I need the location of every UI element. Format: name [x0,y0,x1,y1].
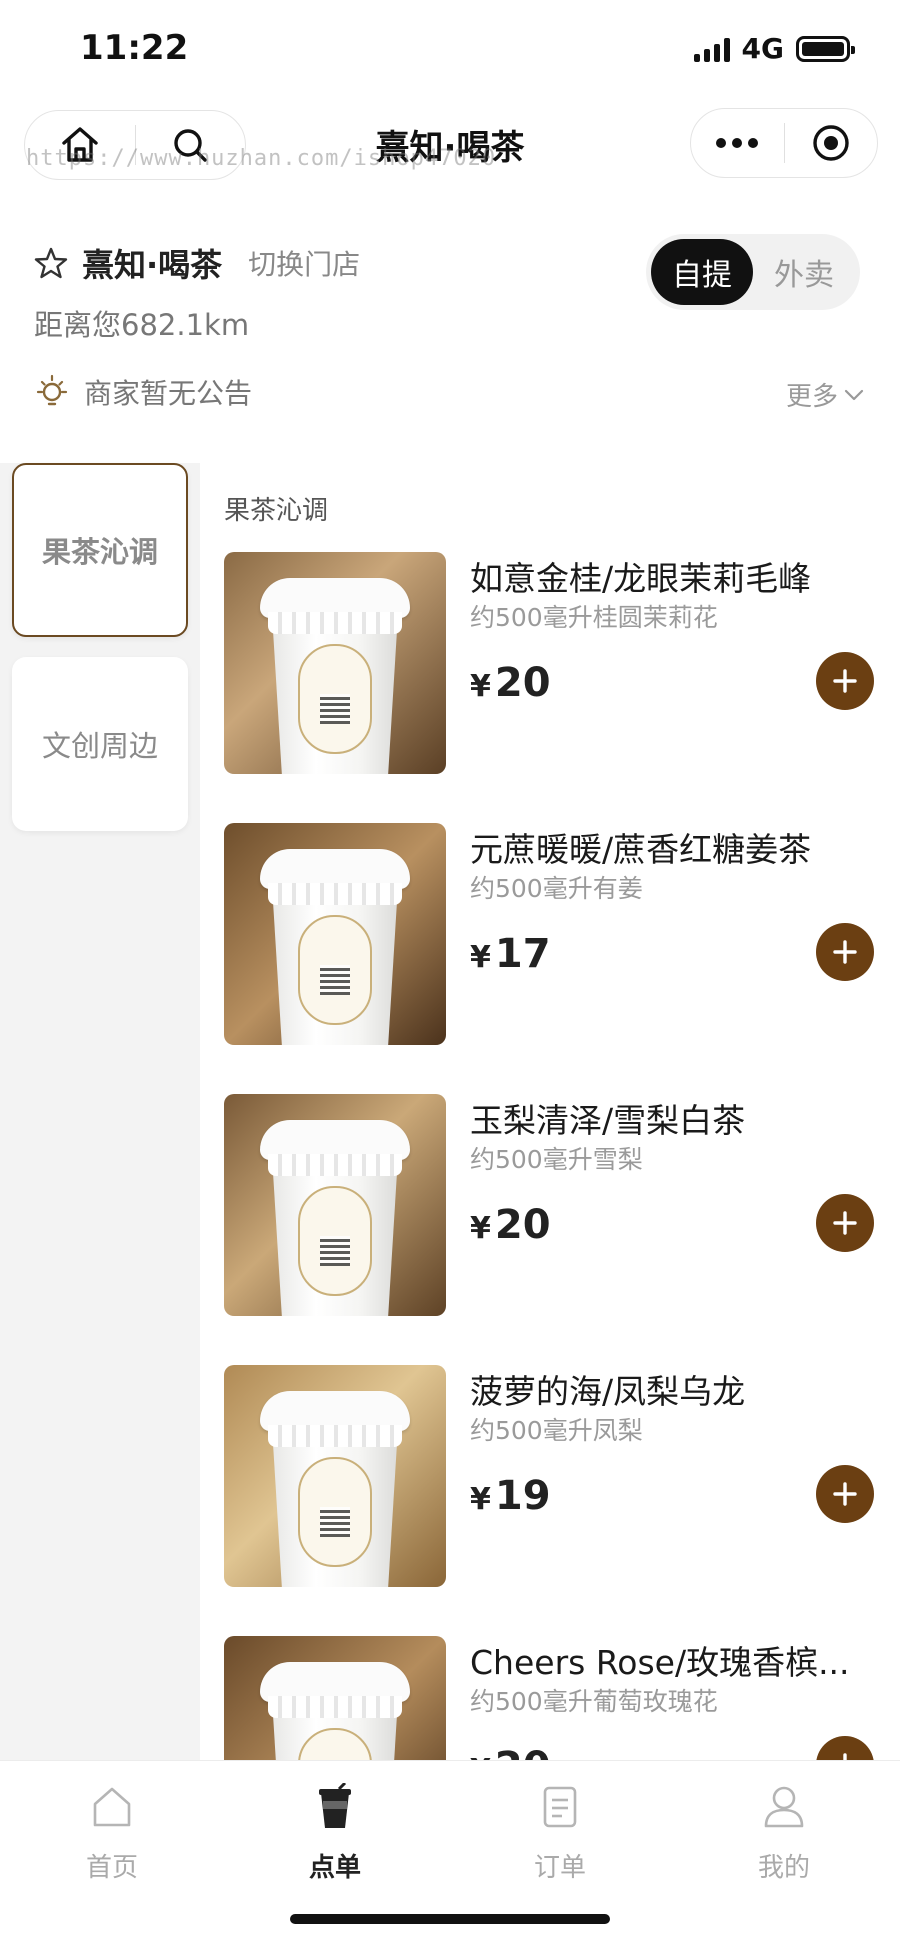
price-value: 20 [494,660,551,706]
category-item-merch[interactable]: 文创周边 [12,657,188,831]
tab-profile[interactable]: 我的 [714,1781,854,1884]
close-miniprogram-button[interactable] [785,108,878,178]
more-menu-button[interactable] [691,108,784,178]
battery-icon [796,35,855,62]
product-price: ¥20 [470,660,551,706]
star-icon[interactable] [34,246,68,280]
product-image [224,1365,446,1587]
product-item[interactable]: 玉梨清泽/雪梨白茶 约500毫升雪梨 ¥20 [224,1094,874,1318]
add-to-cart-button[interactable] [816,652,874,710]
network-type: 4G [741,32,784,65]
product-image [224,823,446,1045]
order-mode-toggle: 自提 外卖 [646,234,860,310]
tab-label: 点单 [308,1853,361,1883]
product-image [224,552,446,774]
product-name: 玉梨清泽/雪梨白茶 [470,1101,746,1140]
nav-capsule-right [690,108,878,178]
chevron-down-icon [844,389,864,400]
status-indicators: 4G [693,32,855,65]
notice-more-button[interactable]: 更多 [786,376,864,413]
plus-icon [833,940,857,964]
category-sidebar: 果茶沁调 文创周边 [0,463,200,1763]
home-icon [93,1787,131,1827]
currency-symbol: ¥ [470,669,491,704]
notice-row: 商家暂无公告 更多 [34,372,864,412]
price-value: 20 [494,1202,551,1248]
currency-symbol: ¥ [470,940,491,975]
add-to-cart-button[interactable] [816,1194,874,1252]
product-price: ¥19 [470,1473,551,1519]
target-icon [813,125,849,161]
delivery-option[interactable]: 外卖 [753,239,855,305]
product-name: 如意金桂/龙眼茉莉毛峰 [470,559,812,598]
store-distance: 距离您682.1km [34,308,250,342]
product-price: ¥20 [470,1202,551,1248]
product-name: 菠萝的海/凤梨乌龙 [470,1372,746,1411]
cup-icon [319,1783,351,1828]
more-dots-icon [716,138,759,148]
product-desc: 约500毫升桂圆茉莉花 [470,603,718,632]
pickup-option[interactable]: 自提 [651,239,753,305]
status-time: 11:22 [80,28,189,68]
currency-symbol: ¥ [470,1482,491,1517]
price-value: 19 [494,1473,551,1519]
notice-more-label: 更多 [785,382,838,412]
lightbulb-icon [36,374,68,406]
add-to-cart-button[interactable] [816,923,874,981]
add-to-cart-button[interactable] [816,1465,874,1523]
product-name: Cheers Rose/玫瑰香槟... [470,1643,850,1682]
notice-text: 商家暂无公告 [84,377,253,410]
tab-label: 订单 [533,1853,586,1883]
price-value: 17 [494,931,551,977]
status-bar: 11:22 4G [0,0,900,100]
tab-label: 我的 [757,1853,810,1883]
order-icon [543,1786,577,1828]
store-name: 熹知·喝茶 [82,246,223,284]
user-icon [764,1786,804,1828]
tab-order-menu[interactable]: 点单 [265,1781,405,1884]
product-desc: 约500毫升有姜 [470,874,643,903]
product-item[interactable]: 菠萝的海/凤梨乌龙 约500毫升凤梨 ¥19 [224,1365,874,1589]
product-item[interactable]: 元蔗暖暖/蔗香红糖姜茶 约500毫升有姜 ¥17 [224,823,874,1047]
product-name: 元蔗暖暖/蔗香红糖姜茶 [470,830,812,869]
signal-icon [693,36,730,62]
tab-label: 首页 [85,1853,138,1883]
watermark: https://www.huzhan.com/ishop47020 [26,146,497,171]
product-desc: 约500毫升凤梨 [470,1416,643,1445]
store-row: 熹知·喝茶 切换门店 [34,240,360,286]
plus-icon [833,1211,857,1235]
product-price: ¥17 [470,931,551,977]
home-indicator [290,1914,610,1924]
switch-store-link[interactable]: 切换门店 [248,243,360,283]
section-title: 果茶沁调 [224,496,329,526]
plus-icon [833,1482,857,1506]
product-item[interactable]: 如意金桂/龙眼茉莉毛峰 约500毫升桂圆茉莉花 ¥20 [224,552,874,776]
tab-orders[interactable]: 订单 [490,1781,630,1884]
category-item-fruit-tea[interactable]: 果茶沁调 [12,463,188,637]
product-desc: 约500毫升葡萄玫瑰花 [470,1687,718,1716]
product-image [224,1094,446,1316]
product-desc: 约500毫升雪梨 [470,1145,643,1174]
currency-symbol: ¥ [470,1211,491,1246]
plus-icon [833,669,857,693]
tab-home[interactable]: 首页 [42,1781,182,1884]
